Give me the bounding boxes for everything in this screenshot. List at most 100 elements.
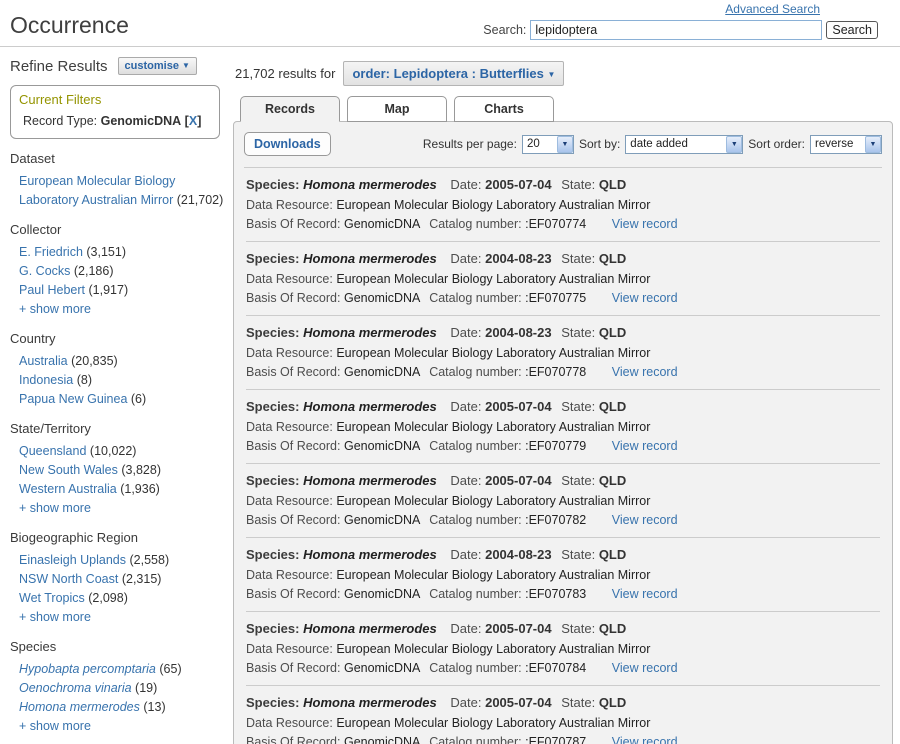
state-label: State:	[561, 621, 595, 636]
query-filter-button[interactable]: order: Lepidoptera : Butterflies ▼	[343, 61, 564, 86]
facet-link[interactable]: Papua New Guinea	[19, 392, 127, 406]
search-input[interactable]	[530, 20, 822, 40]
state-value: QLD	[599, 473, 626, 488]
downloads-button[interactable]: Downloads	[244, 132, 331, 156]
catalog-number-value: :EF070784	[525, 661, 586, 675]
facet-link[interactable]: Queensland	[19, 444, 86, 458]
tab-charts[interactable]: Charts	[454, 96, 554, 122]
tab-map[interactable]: Map	[347, 96, 447, 122]
catalog-number-value: :EF070778	[525, 365, 586, 379]
date-label: Date:	[450, 251, 481, 266]
facet-item: Einasleigh Uplands (2,558)	[10, 551, 226, 570]
view-record-link[interactable]: View record	[612, 735, 678, 744]
show-more-link[interactable]: + show more	[10, 608, 226, 627]
facet-heading: Collector	[10, 222, 226, 237]
data-resource-value: European Molecular Biology Laboratory Au…	[336, 716, 650, 730]
show-more-link[interactable]: + show more	[10, 300, 226, 319]
sort-by-select[interactable]: date added ▼	[625, 135, 743, 154]
data-resource-label: Data Resource:	[246, 494, 333, 508]
basis-of-record-label: Basis Of Record:	[246, 217, 340, 231]
view-record-link[interactable]: View record	[612, 217, 678, 231]
state-label: State:	[561, 399, 595, 414]
basis-of-record-value: GenomicDNA	[344, 735, 420, 744]
chevron-down-icon: ▼	[557, 136, 573, 153]
facet-link[interactable]: Hypobapta percomptaria	[19, 662, 156, 676]
catalog-number-label: Catalog number:	[429, 439, 521, 453]
basis-of-record-value: GenomicDNA	[344, 661, 420, 675]
sort-order-select[interactable]: reverse ▼	[810, 135, 882, 154]
species-name: Homona mermerodes	[303, 695, 437, 710]
date-label: Date:	[450, 399, 481, 414]
view-record-link[interactable]: View record	[612, 513, 678, 527]
view-record-link[interactable]: View record	[612, 587, 678, 601]
refine-sidebar: Refine Results customise ▼ Current Filte…	[0, 47, 230, 744]
facet-count: (10,022)	[90, 444, 137, 458]
facet-count: (2,098)	[88, 591, 128, 605]
facet-link[interactable]: New South Wales	[19, 463, 118, 477]
date-value: 2005-07-04	[485, 177, 552, 192]
facet-count: (13)	[143, 700, 165, 714]
basis-of-record-label: Basis Of Record:	[246, 291, 340, 305]
facet-count: (19)	[135, 681, 157, 695]
filter-label: Record Type:	[23, 114, 97, 128]
facet-link[interactable]: E. Friedrich	[19, 245, 83, 259]
state-value: QLD	[599, 177, 626, 192]
results-main: 21,702 results for order: Lepidoptera : …	[230, 47, 900, 744]
facet-heading: Country	[10, 331, 226, 346]
basis-of-record-label: Basis Of Record:	[246, 513, 340, 527]
facet-heading: Species	[10, 639, 226, 654]
view-record-link[interactable]: View record	[612, 439, 678, 453]
facet-count: (2,315)	[122, 572, 162, 586]
facet-heading: Biogeographic Region	[10, 530, 226, 545]
date-value: 2004-08-23	[485, 547, 552, 562]
advanced-search-link[interactable]: Advanced Search	[725, 2, 820, 16]
search-button[interactable]: Search	[826, 21, 878, 39]
facet-item: Paul Hebert (1,917)	[10, 281, 226, 300]
facet-count: (6)	[131, 392, 146, 406]
facet-link[interactable]: Paul Hebert	[19, 283, 85, 297]
view-record-link[interactable]: View record	[612, 365, 678, 379]
show-more-link[interactable]: + show more	[10, 499, 226, 518]
species-name: Homona mermerodes	[303, 325, 437, 340]
remove-filter-link[interactable]: X	[189, 114, 197, 128]
show-more-link[interactable]: + show more	[10, 717, 226, 736]
record-item: Species: Homona mermerodes Date: 2005-07…	[246, 464, 880, 538]
facet-link[interactable]: European Molecular Biology Laboratory Au…	[19, 174, 175, 207]
catalog-number-label: Catalog number:	[429, 513, 521, 527]
facet-link[interactable]: NSW North Coast	[19, 572, 118, 586]
data-resource-label: Data Resource:	[246, 568, 333, 582]
per-page-label: Results per page:	[423, 137, 517, 151]
sort-by-label: Sort by:	[579, 137, 620, 151]
catalog-number-value: :EF070774	[525, 217, 586, 231]
data-resource-label: Data Resource:	[246, 346, 333, 360]
view-record-link[interactable]: View record	[612, 661, 678, 675]
tab-records[interactable]: Records	[240, 96, 340, 122]
species-name: Homona mermerodes	[303, 547, 437, 562]
data-resource-label: Data Resource:	[246, 272, 333, 286]
facet-section: State/Territory Queensland (10,022) New …	[10, 421, 226, 518]
data-resource-label: Data Resource:	[246, 420, 333, 434]
catalog-number-value: :EF070779	[525, 439, 586, 453]
record-item: Species: Homona mermerodes Date: 2005-07…	[246, 686, 880, 744]
record-item: Species: Homona mermerodes Date: 2004-08…	[246, 538, 880, 612]
facet-link[interactable]: Wet Tropics	[19, 591, 85, 605]
view-record-link[interactable]: View record	[612, 291, 678, 305]
facet-link[interactable]: Homona mermerodes	[19, 700, 140, 714]
facet-link[interactable]: Einasleigh Uplands	[19, 553, 126, 567]
facet-link[interactable]: Western Australia	[19, 482, 117, 496]
facet-section: Biogeographic Region Einasleigh Uplands …	[10, 530, 226, 627]
state-value: QLD	[599, 695, 626, 710]
facet-link[interactable]: Australia	[19, 354, 68, 368]
catalog-number-label: Catalog number:	[429, 217, 521, 231]
facet-link[interactable]: G. Cocks	[19, 264, 70, 278]
results-per-page-select[interactable]: 20 ▼	[522, 135, 574, 154]
basis-of-record-value: GenomicDNA	[344, 365, 420, 379]
customise-button[interactable]: customise ▼	[118, 57, 197, 75]
catalog-number-value: :EF070783	[525, 587, 586, 601]
facet-item: Australia (20,835)	[10, 352, 226, 371]
basis-of-record-value: GenomicDNA	[344, 587, 420, 601]
basis-of-record-value: GenomicDNA	[344, 439, 420, 453]
facet-link[interactable]: Indonesia	[19, 373, 73, 387]
facet-link[interactable]: Oenochroma vinaria	[19, 681, 132, 695]
catalog-number-label: Catalog number:	[429, 587, 521, 601]
